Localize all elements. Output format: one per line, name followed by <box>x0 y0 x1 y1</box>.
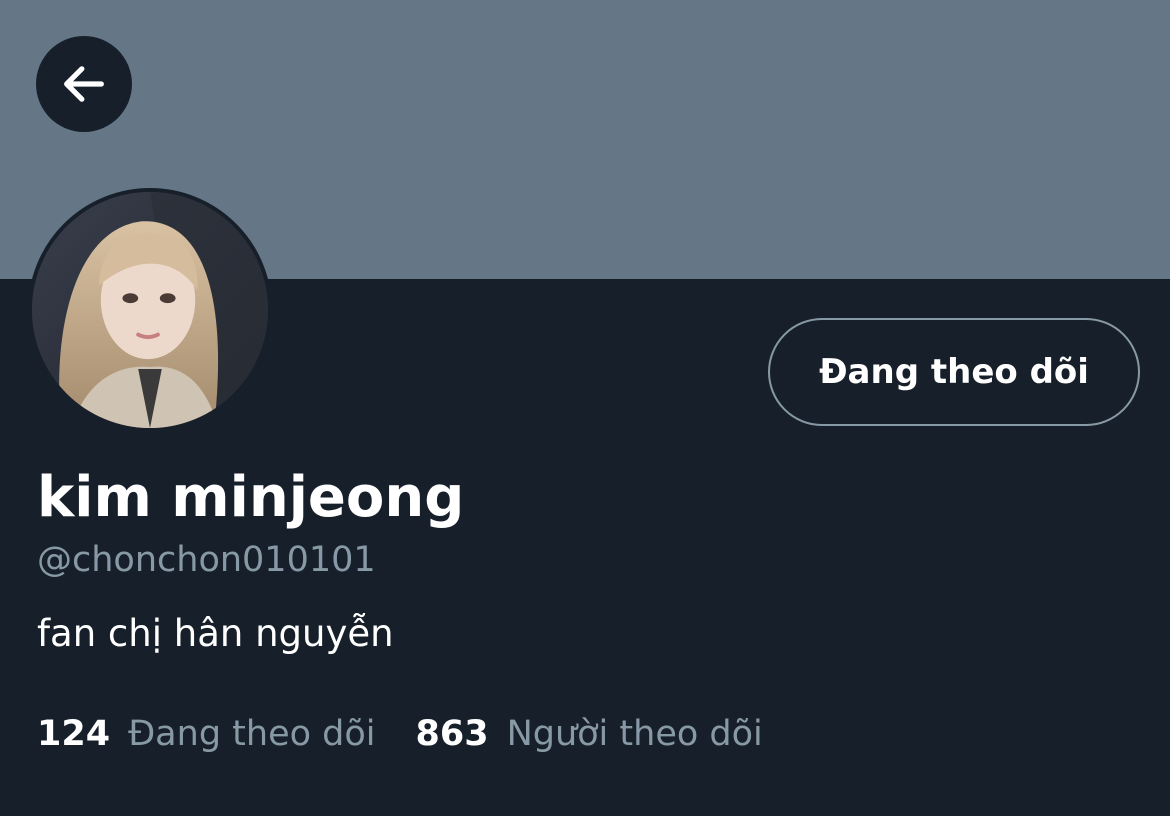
following-count: 124 <box>37 714 111 754</box>
display-name: kim minjeong <box>37 465 465 530</box>
following-stat-link[interactable]: 124 Đang theo dõi <box>37 710 376 758</box>
avatar[interactable] <box>28 188 272 432</box>
profile-stats: 124 Đang theo dõi 863 Người theo dõi <box>37 710 763 758</box>
profile-bio: fan chị hân nguyễn <box>37 612 394 655</box>
followers-stat-link[interactable]: 863 Người theo dõi <box>416 710 763 758</box>
followers-count: 863 <box>415 714 489 754</box>
following-button-label: Đang theo dõi <box>819 352 1089 392</box>
following-button[interactable]: Đang theo dõi <box>768 318 1140 426</box>
user-handle: @chonchon010101 <box>37 540 376 580</box>
back-button[interactable] <box>36 36 132 132</box>
avatar-photo <box>32 192 268 428</box>
arrow-left-icon <box>64 66 104 102</box>
following-label: Đang theo dõi <box>128 714 376 754</box>
followers-label: Người theo dõi <box>506 714 763 754</box>
